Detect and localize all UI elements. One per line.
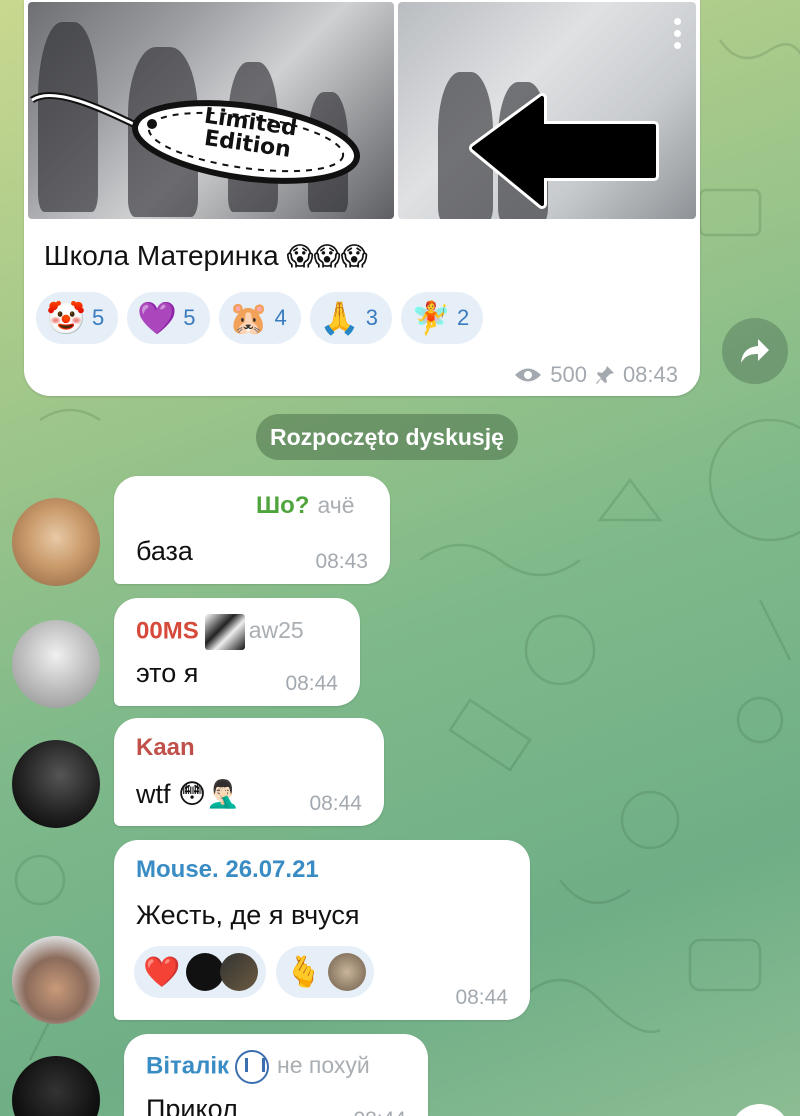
arrow-left-sticker: [469, 93, 659, 209]
profile-badge-icon: [204, 614, 245, 650]
share-arrow-icon: [741, 339, 769, 363]
reaction-pikachu[interactable]: 🐹 4: [218, 292, 301, 344]
avatar[interactable]: [12, 620, 100, 708]
sender-name[interactable]: 00MS aw25: [136, 614, 304, 650]
channel-post: Limited Edition Школа Материнка 😱😱😱 🤡 5 💜…: [24, 0, 700, 396]
message-time: 08:44: [285, 672, 338, 695]
message-bubble[interactable]: 00MS aw25 это я 08:44: [114, 598, 360, 706]
message-text: Жесть, де я вчуся: [136, 900, 360, 930]
pin-icon: [595, 366, 614, 384]
scroll-down-button[interactable]: [730, 1104, 790, 1116]
reaction-heart[interactable]: ❤️: [134, 946, 266, 998]
moncler-badge-icon: [235, 1050, 270, 1084]
reactor-avatar: [220, 953, 258, 991]
eye-icon: [515, 368, 542, 382]
avatar[interactable]: [12, 498, 100, 586]
reaction-clown[interactable]: 🤡 5: [36, 292, 119, 344]
message-bubble[interactable]: Mouse. 26.07.21 Жесть, де я вчуся ❤️ 🫰 0…: [114, 840, 530, 1020]
share-button[interactable]: [722, 318, 788, 384]
message-bubble[interactable]: Kaan wtf 😳🤦🏻‍♂️ 08:44: [114, 718, 384, 826]
reactor-avatar: [186, 953, 224, 991]
avatar[interactable]: [12, 740, 100, 828]
reaction-heart-hands[interactable]: 🫰: [276, 946, 374, 998]
message-text: wtf 😳🤦🏻‍♂️: [136, 779, 240, 809]
post-time: 08:43: [622, 362, 678, 387]
reaction-anime[interactable]: 🧚 2: [401, 292, 484, 344]
message-bubble[interactable]: Віталікне похуй Прикол 08:44: [124, 1034, 428, 1116]
message-time: 08:44: [455, 986, 508, 1009]
avatar[interactable]: [12, 1056, 100, 1116]
message-time: 08:44: [309, 792, 362, 815]
reactor-avatar: [328, 953, 366, 991]
view-count: 500: [550, 362, 587, 387]
post-reactions: 🤡 5 💜 5 🐹 4 🙏 3 🧚 2: [36, 292, 484, 344]
avatar[interactable]: [12, 936, 100, 1024]
sender-name[interactable]: Kaan: [136, 734, 195, 762]
post-meta: 500 08:43: [514, 362, 678, 388]
message-reactions: ❤️ 🫰: [134, 946, 374, 998]
message-text: база: [136, 536, 193, 566]
reaction-pray[interactable]: 🙏 3: [309, 292, 392, 344]
message-time: 08:43: [315, 550, 368, 573]
message-bubble[interactable]: Шо? ачё база 08:43: [114, 476, 390, 584]
reaction-heart[interactable]: 💜 5: [127, 292, 210, 344]
sender-name[interactable]: Шо? ачё: [256, 492, 355, 520]
post-caption: Школа Материнка 😱😱😱: [44, 240, 368, 271]
sender-name[interactable]: Mouse. 26.07.21: [136, 856, 319, 884]
more-vertical-icon[interactable]: [674, 18, 682, 54]
sender-name[interactable]: Віталік не похуй: [146, 1050, 370, 1084]
message-time: 08:44: [353, 1108, 406, 1116]
message-text: это я: [136, 658, 199, 688]
discussion-started-label: Rozpoczęto dyskusję: [256, 414, 518, 460]
message-text: Прикол: [146, 1094, 238, 1116]
